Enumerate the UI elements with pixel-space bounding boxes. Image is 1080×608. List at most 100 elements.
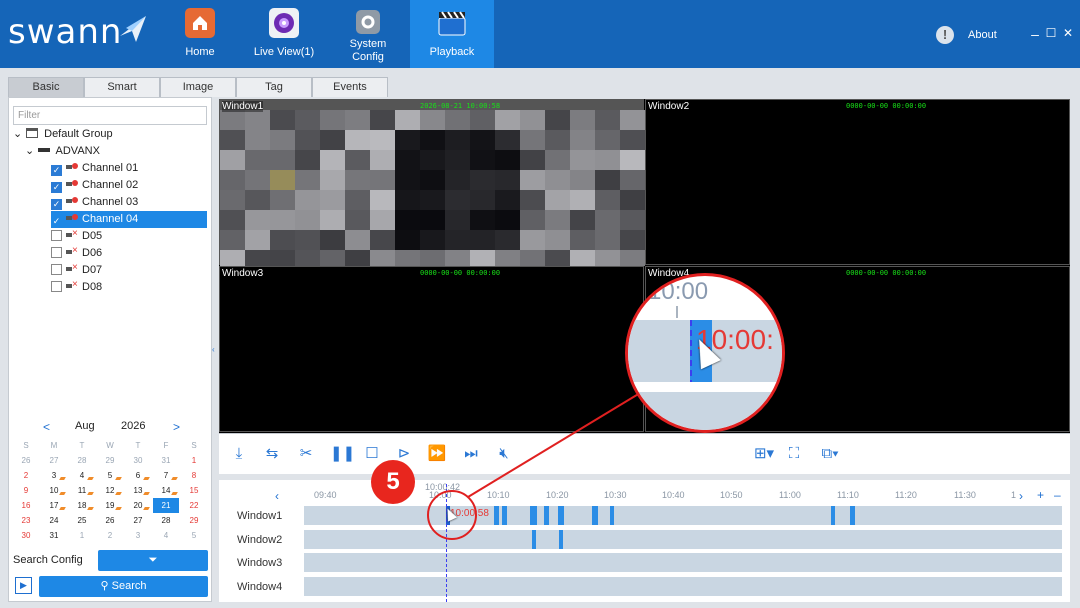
collapse-icon[interactable]: ⌄ bbox=[13, 126, 23, 143]
maximize-button[interactable]: ☐ bbox=[1044, 26, 1058, 40]
calendar-day[interactable]: 13 bbox=[125, 483, 151, 498]
nav-home[interactable]: Home bbox=[157, 0, 243, 68]
sync-playback-icon[interactable]: ⇆ bbox=[262, 444, 282, 464]
calendar-day[interactable]: 27 bbox=[125, 513, 151, 528]
track-window-2[interactable] bbox=[304, 530, 1062, 549]
filter-input[interactable]: Filter bbox=[13, 106, 207, 125]
calendar-day[interactable]: 17 bbox=[41, 498, 67, 513]
calendar-day[interactable]: 30 bbox=[125, 453, 151, 468]
tree-device[interactable]: ⌄ ADVANX bbox=[25, 143, 207, 160]
channel-checkbox[interactable] bbox=[51, 264, 62, 275]
collapse-panel-handle[interactable]: ‹ bbox=[212, 345, 215, 354]
tree-channel-row[interactable]: D07 bbox=[51, 262, 207, 279]
channel-checkbox[interactable]: ✓ bbox=[51, 216, 62, 227]
aspect-ratio-icon[interactable]: ⧉▾ bbox=[817, 444, 843, 464]
tree-channel-row[interactable]: D08 bbox=[51, 279, 207, 296]
calendar-day[interactable]: 24 bbox=[41, 513, 67, 528]
video-window-2[interactable]: Window2 0000-00-00 00:00:00 bbox=[645, 99, 1070, 265]
playhead[interactable] bbox=[446, 484, 447, 602]
tab-smart[interactable]: Smart bbox=[84, 77, 160, 97]
calendar-day[interactable]: 16 bbox=[13, 498, 39, 513]
zoom-in-button[interactable]: + bbox=[1037, 488, 1044, 502]
filter-button[interactable]: ⏷ bbox=[98, 550, 208, 571]
channel-checkbox[interactable] bbox=[51, 281, 62, 292]
playback-mode-icon[interactable]: ▶ bbox=[15, 577, 32, 594]
calendar-day[interactable]: 14 bbox=[153, 483, 179, 498]
next-month-button[interactable]: > bbox=[173, 420, 180, 434]
calendar-day[interactable]: 31 bbox=[153, 453, 179, 468]
calendar-day[interactable]: 2 bbox=[13, 468, 39, 483]
calendar-day[interactable]: 4 bbox=[153, 528, 179, 543]
calendar-day[interactable]: 1 bbox=[69, 528, 95, 543]
tree-channel-row[interactable]: D05 bbox=[51, 228, 207, 245]
prev-month-button[interactable]: < bbox=[43, 420, 50, 434]
collapse-icon[interactable]: ⌄ bbox=[25, 143, 35, 160]
minimize-button[interactable]: – bbox=[1028, 26, 1042, 42]
calendar-day[interactable]: 20 bbox=[125, 498, 151, 513]
calendar-day[interactable]: 8 bbox=[181, 468, 207, 483]
calendar-day[interactable]: 5 bbox=[181, 528, 207, 543]
calendar-day[interactable]: 1 bbox=[181, 453, 207, 468]
timeline[interactable]: 10:00:42 ‹ 09:40 10:00 10:10 10:20 10:30 10:4… bbox=[219, 480, 1070, 602]
search-button[interactable]: ⚲ Search bbox=[39, 576, 208, 597]
calendar-day[interactable]: 3 bbox=[41, 468, 67, 483]
calendar-day[interactable]: 26 bbox=[97, 513, 123, 528]
tree-channel-row[interactable]: ✓ Channel 03 bbox=[51, 194, 207, 211]
video-window-3[interactable]: Window3 0000-00-00 00:00:00 bbox=[219, 266, 644, 432]
calendar-day[interactable]: 27 bbox=[41, 453, 67, 468]
calendar-day[interactable]: 10 bbox=[41, 483, 67, 498]
fast-forward-icon[interactable]: ⏩ bbox=[427, 444, 447, 464]
calendar-day[interactable]: 18 bbox=[69, 498, 95, 513]
track-window-3[interactable] bbox=[304, 553, 1062, 572]
calendar-day[interactable]: 6 bbox=[125, 468, 151, 483]
nav-system-config[interactable]: System Config bbox=[325, 0, 411, 68]
next-frame-icon[interactable]: ⏭ bbox=[461, 444, 481, 464]
calendar-day[interactable]: 31 bbox=[41, 528, 67, 543]
calendar-day[interactable]: 11 bbox=[69, 483, 95, 498]
calendar-day[interactable]: 25 bbox=[69, 513, 95, 528]
calendar-day[interactable]: 12 bbox=[97, 483, 123, 498]
tab-basic[interactable]: Basic bbox=[8, 77, 84, 97]
channel-checkbox[interactable]: ✓ bbox=[51, 165, 62, 176]
tab-events[interactable]: Events bbox=[312, 77, 388, 97]
video-window-1[interactable]: Window1 2026-08-21 10:00:58 bbox=[219, 99, 645, 266]
tab-image[interactable]: Image bbox=[160, 77, 236, 97]
channel-checkbox[interactable]: ✓ bbox=[51, 182, 62, 193]
nav-playback[interactable]: Playback bbox=[410, 0, 494, 68]
calendar-day[interactable]: 23 bbox=[13, 513, 39, 528]
channel-checkbox[interactable]: ✓ bbox=[51, 199, 62, 210]
calendar-day[interactable]: 29 bbox=[181, 513, 207, 528]
tree-channel-row[interactable]: ✓ Channel 01 bbox=[51, 160, 207, 177]
calendar-day-selected[interactable]: 21 bbox=[153, 498, 179, 513]
about-button[interactable]: ! About bbox=[936, 26, 997, 44]
layout-grid-icon[interactable]: ⊞▾ bbox=[751, 444, 777, 464]
calendar-day[interactable]: 28 bbox=[69, 453, 95, 468]
calendar-day[interactable]: 4 bbox=[69, 468, 95, 483]
calendar-day[interactable]: 3 bbox=[125, 528, 151, 543]
calendar-day[interactable]: 30 bbox=[13, 528, 39, 543]
tree-channel-row-selected[interactable]: ✓ Channel 04 bbox=[51, 211, 207, 228]
track-window-4[interactable] bbox=[304, 577, 1062, 596]
stop-icon[interactable]: ☐ bbox=[362, 444, 382, 464]
nav-live-view[interactable]: Live View(1) bbox=[241, 0, 327, 68]
close-button[interactable]: ✕ bbox=[1061, 26, 1075, 40]
calendar-day[interactable]: 28 bbox=[153, 513, 179, 528]
track-window-1[interactable]: 10:00:58 bbox=[304, 506, 1062, 525]
calendar-day[interactable]: 29 bbox=[97, 453, 123, 468]
channel-checkbox[interactable] bbox=[51, 230, 62, 241]
mute-icon[interactable]: 🔇︎ bbox=[494, 444, 514, 464]
pause-icon[interactable]: ❚❚ bbox=[330, 444, 355, 464]
tab-tag[interactable]: Tag bbox=[236, 77, 312, 97]
calendar-day[interactable]: 26 bbox=[13, 453, 39, 468]
zoom-out-button[interactable]: – bbox=[1054, 488, 1061, 502]
clip-icon[interactable]: ✂ bbox=[296, 444, 316, 464]
channel-checkbox[interactable] bbox=[51, 247, 62, 258]
fullscreen-icon[interactable]: ⛶ bbox=[784, 444, 804, 464]
calendar-day[interactable]: 2 bbox=[97, 528, 123, 543]
calendar-day[interactable]: 5 bbox=[97, 468, 123, 483]
calendar-day[interactable]: 22 bbox=[181, 498, 207, 513]
tree-group[interactable]: ⌄ Default Group bbox=[13, 126, 207, 143]
tree-channel-row[interactable]: ✓ Channel 02 bbox=[51, 177, 207, 194]
download-icon[interactable]: ⤓ bbox=[229, 444, 249, 464]
tree-channel-row[interactable]: D06 bbox=[51, 245, 207, 262]
